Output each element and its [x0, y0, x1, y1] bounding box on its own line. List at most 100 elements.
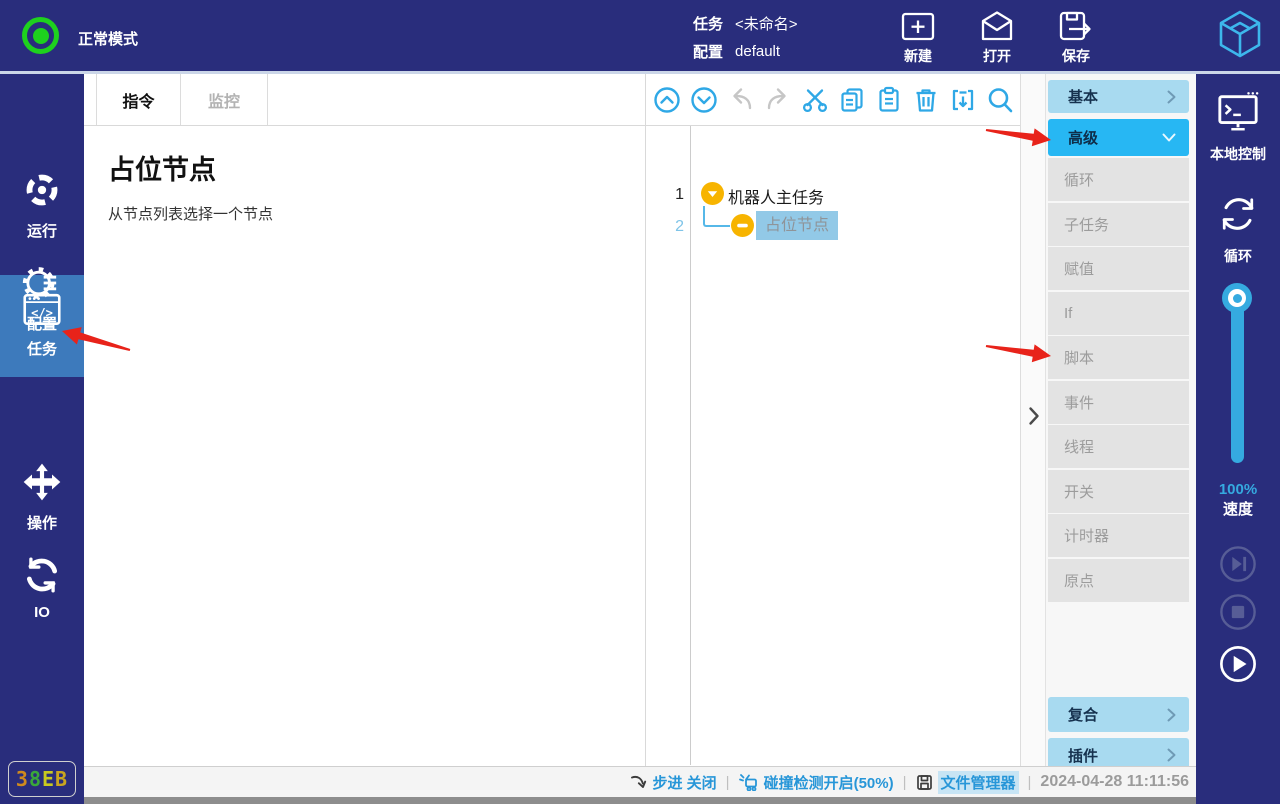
loop-mode-button[interactable]: 循环 [1196, 192, 1280, 266]
palette-item-event[interactable]: 事件 [1048, 381, 1189, 424]
io-icon [23, 556, 61, 599]
node-palette: 基本 高级 循环 子任务 赋值 If 脚本 事件 线程 开关 计时器 原点 复合… [1046, 74, 1196, 774]
left-nav-sidebar: 运行 配置 </> [0, 74, 84, 804]
play-button[interactable] [1219, 645, 1257, 683]
new-task-button[interactable]: 新建 [885, 10, 951, 66]
sidebar-label-run: 运行 [27, 220, 57, 241]
topbar: 正常模式 任务 <未命名> 配置 default 新建 [0, 0, 1280, 71]
badge-char: 8 [29, 767, 42, 791]
sidebar-item-run[interactable]: 运行 [0, 170, 84, 241]
local-control-button[interactable]: 本地控制 [1196, 90, 1280, 164]
mode-label: 正常模式 [78, 28, 138, 49]
search-icon [986, 86, 1014, 114]
redo-icon [764, 86, 792, 114]
config-key: 配置 [693, 41, 723, 62]
loop-mode-label: 循环 [1224, 246, 1252, 266]
speed-slider-track[interactable] [1231, 297, 1244, 463]
save-task-button[interactable]: 保存 [1043, 10, 1109, 66]
system-timestamp: 2024-04-28 11:11:56 [1040, 773, 1189, 791]
palette-item-if[interactable]: If [1048, 292, 1189, 335]
paste-button[interactable] [875, 86, 903, 114]
step-mode-status[interactable]: 步进 关闭 [630, 772, 717, 793]
undo-button[interactable] [727, 86, 755, 114]
statusbar-separator: | [903, 774, 907, 791]
mode-status-indicator [22, 17, 59, 54]
expand-palette-button[interactable] [1024, 405, 1044, 427]
sidebar-item-io[interactable]: IO [0, 556, 84, 621]
tree-connector [703, 206, 730, 227]
insert-icon [949, 86, 977, 114]
tab-monitor[interactable]: 监控 [181, 74, 268, 125]
node-detail-panel: 指令 监控 占位节点 从节点列表选择一个节点 [84, 74, 645, 766]
panel-expander-strip [1020, 74, 1046, 766]
file-manager-status[interactable]: 文件管理器 [916, 771, 1019, 794]
local-control-label: 本地控制 [1210, 144, 1266, 164]
palette-item-list: 循环 子任务 赋值 If 脚本 事件 线程 开关 计时器 原点 [1048, 158, 1189, 603]
move-down-button[interactable] [690, 86, 718, 114]
step-mode-text: 步进 关闭 [653, 772, 717, 793]
step-mode-icon [630, 774, 648, 791]
placeholder-node-icon[interactable] [731, 214, 754, 237]
tree-line-number: 1 [646, 186, 684, 204]
palette-group-composite[interactable]: 复合 [1048, 697, 1189, 732]
task-value: <未命名> [735, 13, 798, 34]
redo-button[interactable] [764, 86, 792, 114]
app-logo [1214, 8, 1266, 69]
step-run-button[interactable] [1219, 545, 1257, 583]
statusbar-separator: | [726, 774, 730, 791]
collision-detection-status[interactable]: 碰撞检测开启(50%) [739, 772, 894, 793]
statusbar: 步进 关闭 | 碰撞检测开启(50%) | 文件管理器 | 2024-04-28… [84, 766, 1196, 797]
device-code-badge[interactable]: 38EB [8, 761, 76, 797]
sidebar-item-operate[interactable]: 操作 [0, 462, 84, 533]
palette-item-loop[interactable]: 循环 [1048, 158, 1189, 201]
sidebar-item-task[interactable]: </> 任务 [0, 290, 84, 359]
search-button[interactable] [986, 86, 1014, 114]
undo-icon [727, 86, 755, 114]
task-node-icon[interactable] [701, 182, 724, 205]
copy-icon [838, 86, 866, 114]
tree-node-placeholder-selected[interactable]: 占位节点 [756, 211, 838, 240]
chevron-right-icon [1167, 708, 1176, 722]
cut-button[interactable] [801, 86, 829, 114]
loop-icon [1216, 192, 1260, 241]
copy-button[interactable] [838, 86, 866, 114]
task-tree: 1 2 机器人主任务 占位节点 [646, 126, 1020, 765]
palette-item-subtask[interactable]: 子任务 [1048, 203, 1189, 246]
file-manager-icon [916, 774, 933, 791]
config-value: default [735, 43, 780, 60]
move-up-button[interactable] [653, 86, 681, 114]
chevron-down-icon [1162, 133, 1176, 142]
palette-item-switch[interactable]: 开关 [1048, 470, 1189, 513]
status-dot [33, 28, 49, 44]
chevron-right-icon [1028, 406, 1040, 426]
palette-item-thread[interactable]: 线程 [1048, 425, 1189, 468]
collision-text: 碰撞检测开启(50%) [764, 772, 894, 793]
tab-instruction[interactable]: 指令 [96, 74, 181, 125]
insert-button[interactable] [949, 86, 977, 114]
run-icon [22, 170, 62, 215]
palette-item-assign[interactable]: 赋值 [1048, 247, 1189, 290]
open-task-button[interactable]: 打开 [964, 10, 1030, 66]
palette-item-script[interactable]: 脚本 [1048, 336, 1189, 379]
palette-group-advanced[interactable]: 高级 [1048, 119, 1189, 156]
palette-group-basic[interactable]: 基本 [1048, 80, 1189, 113]
node-title: 占位节点 [108, 148, 621, 187]
move-down-icon [690, 86, 718, 114]
operate-icon [22, 462, 62, 507]
delete-button[interactable] [912, 86, 940, 114]
right-control-sidebar: 本地控制 循环 100% 速度 [1196, 74, 1280, 804]
task-info: 任务 <未命名> 配置 default [693, 11, 798, 67]
statusbar-separator: | [1028, 774, 1032, 791]
task-icon: </> [21, 290, 63, 333]
speed-slider-knob[interactable] [1222, 283, 1252, 313]
palette-item-timer[interactable]: 计时器 [1048, 514, 1189, 557]
stop-icon [1219, 593, 1257, 631]
slider-knob-core [1233, 294, 1242, 303]
detail-tabbar: 指令 监控 [84, 74, 645, 126]
detail-content: 占位节点 从节点列表选择一个节点 [84, 126, 645, 246]
stop-button[interactable] [1219, 593, 1257, 631]
tree-node-main-task[interactable]: 机器人主任务 [728, 184, 824, 208]
local-control-icon [1215, 90, 1261, 139]
palette-item-origin[interactable]: 原点 [1048, 559, 1189, 602]
palette-group-label: 插件 [1068, 745, 1098, 766]
